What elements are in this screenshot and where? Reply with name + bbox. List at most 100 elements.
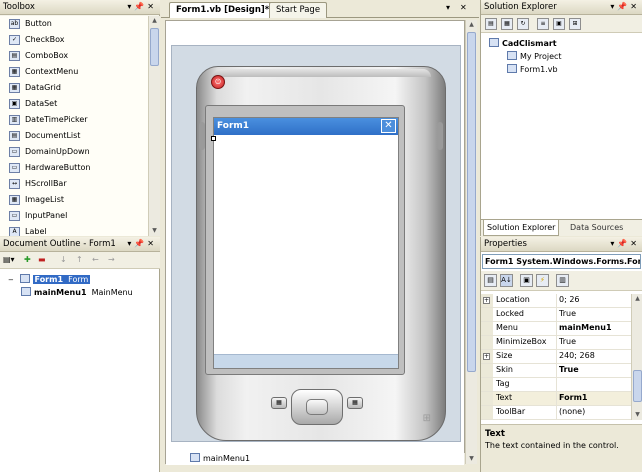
expand-icon[interactable]: + [483,297,490,304]
toolbox-item[interactable]: ▭ DomainUpDown [0,144,148,160]
toolbox-item[interactable]: ▣ DataSet [0,96,148,112]
scroll-down-arrow-icon[interactable]: ▼ [466,454,477,464]
property-pages-icon[interactable]: ▥ [556,274,569,287]
toolbox-item[interactable]: ▤ DocumentList [0,128,148,144]
dropdown-icon[interactable]: ▾ [127,0,134,14]
move-down-icon[interactable]: ↓ [60,255,67,264]
close-icon[interactable]: ✕ [147,237,157,251]
property-row[interactable]: + Location 0; 26 [481,294,631,308]
scroll-up-arrow-icon[interactable]: ▲ [466,20,477,30]
toolbox-item[interactable]: ▭ HardwareButton [0,160,148,176]
dropdown-icon[interactable]: ▾ [610,0,617,14]
collapse-icon[interactable]: − [8,274,17,286]
tab-solution-explorer[interactable]: Solution Explorer [483,220,560,236]
tray-item-mainmenu1[interactable]: mainMenu1 [190,453,250,463]
property-row[interactable]: + Size 240; 268 [481,350,631,364]
view-dropdown-icon[interactable]: ▤▾ [3,255,15,264]
toolbox-item[interactable]: ▭ InputPanel [0,208,148,224]
designer-vscrollbar[interactable]: ▲ ▼ [465,20,477,464]
outline-node-mainmenu1[interactable]: mainMenu1 MainMenu [21,287,133,299]
toolbox-item[interactable]: ▦ ContextMenu [0,64,148,80]
property-value[interactable]: (none) [559,407,585,416]
tree-item-form1-vb[interactable]: Form1.vb [507,64,558,76]
solution-explorer-panel: Solution Explorer ▾📌✕ ▤ ▦ ↻ ≡ ▣ ⊞ CadCli… [480,0,642,236]
device-controls: ▦ ▦ [257,387,377,427]
tree-item-my-project[interactable]: My Project [507,51,562,63]
property-grid-scrollbar[interactable]: ▲ ▼ [631,294,642,420]
dropdown-icon[interactable]: ▾ [127,237,134,251]
control-icon: ▦ [9,67,20,77]
pin-icon[interactable]: 📌 [617,237,630,251]
toolbox-item-label: DateTimePicker [25,115,88,124]
property-value[interactable]: 0; 26 [559,295,580,304]
form-close-button[interactable]: ✕ [381,119,396,133]
tab-dropdown-icon[interactable]: ▾ [446,3,450,12]
property-value[interactable]: True [559,337,576,346]
scroll-thumb[interactable] [150,28,159,66]
move-right-icon[interactable]: → [108,255,115,264]
scroll-thumb[interactable] [633,370,642,402]
view-class-diagram-icon[interactable]: ⊞ [569,18,581,30]
toolbox-item[interactable]: ▥ DateTimePicker [0,112,148,128]
scroll-down-arrow-icon[interactable]: ▼ [149,226,160,236]
move-up-icon[interactable]: ↑ [76,255,83,264]
outline-node-form1[interactable]: − Form1 Form [8,274,91,286]
tree-project-node[interactable]: CadClismart [489,38,557,50]
scroll-thumb[interactable] [467,32,476,372]
scroll-up-arrow-icon[interactable]: ▲ [632,294,642,304]
toolbox-item[interactable]: ▤ ComboBox [0,48,148,64]
form-titlebar[interactable]: Form1 ✕ [214,118,398,135]
close-icon[interactable]: ✕ [630,237,640,251]
property-value[interactable]: 240; 268 [559,351,595,360]
toolbox-item[interactable]: A Label [0,224,148,236]
property-row[interactable]: Locked True [481,308,631,322]
property-row[interactable]: Text Form1 [481,392,631,406]
tab-close-icon[interactable]: ✕ [460,3,467,12]
properties-icon[interactable]: ▤ [485,18,497,30]
toolbox-item[interactable]: ▦ ImageList [0,192,148,208]
property-value[interactable]: Form1 [559,393,587,402]
close-icon[interactable]: ✕ [147,0,157,14]
form-menu-bar[interactable] [214,354,398,368]
view-designer-icon[interactable]: ▣ [553,18,565,30]
pin-icon[interactable]: 📌 [134,237,147,251]
tab-data-sources[interactable]: Data Sources [567,220,626,236]
view-code-icon[interactable]: ≡ [537,18,549,30]
move-left-icon[interactable]: ← [92,255,99,264]
property-row[interactable]: MinimizeBox True [481,336,631,350]
toolbox-scrollbar[interactable]: ▲ ▼ [148,16,160,236]
property-row[interactable]: ToolBar (none) [481,406,631,420]
close-icon[interactable]: ✕ [630,0,640,14]
property-value[interactable]: True [559,309,576,318]
scroll-up-arrow-icon[interactable]: ▲ [149,16,160,26]
expand-icon[interactable]: + [483,353,490,360]
delete-icon[interactable]: ▬ [38,255,46,264]
property-row[interactable]: Tag [481,378,631,392]
scroll-down-arrow-icon[interactable]: ▼ [632,410,642,420]
refresh-icon[interactable]: ↻ [517,18,529,30]
dropdown-icon[interactable]: ▾ [610,237,617,251]
tab-form1-design[interactable]: Form1.vb [Design]* [169,2,277,18]
object-selector[interactable]: Form1 System.Windows.Forms.Forr [482,254,641,269]
form1-designer[interactable]: Form1 ✕ [211,117,399,369]
categorized-icon[interactable]: ▤ [484,274,497,287]
show-all-files-icon[interactable]: ▦ [501,18,513,30]
property-row[interactable]: Menu mainMenu1 [481,322,631,336]
object-selector-value: Form1 System.Windows.Forms.Forr [485,257,641,266]
design-surface[interactable]: ⏻ Form1 ✕ ▦ ▦ ⊞ mainMenu1 [165,20,466,465]
add-icon[interactable]: ✚ [24,255,31,264]
selection-handle[interactable] [211,136,216,141]
property-row[interactable]: Skin True [481,364,631,378]
property-value[interactable]: True [559,365,579,374]
pin-icon[interactable]: 📌 [134,0,147,14]
tab-start-page[interactable]: Start Page [269,2,328,18]
toolbox-item[interactable]: ▦ DataGrid [0,80,148,96]
alphabetical-icon[interactable]: A↓ [500,274,513,287]
toolbox-item[interactable]: ab Button [0,16,148,32]
toolbox-item[interactable]: ✓ CheckBox [0,32,148,48]
pin-icon[interactable]: 📌 [617,0,630,14]
toolbox-item[interactable]: ↔ HScrollBar [0,176,148,192]
events-icon[interactable]: ⚡ [536,274,549,287]
properties-view-icon[interactable]: ▣ [520,274,533,287]
property-value[interactable]: mainMenu1 [559,323,612,332]
